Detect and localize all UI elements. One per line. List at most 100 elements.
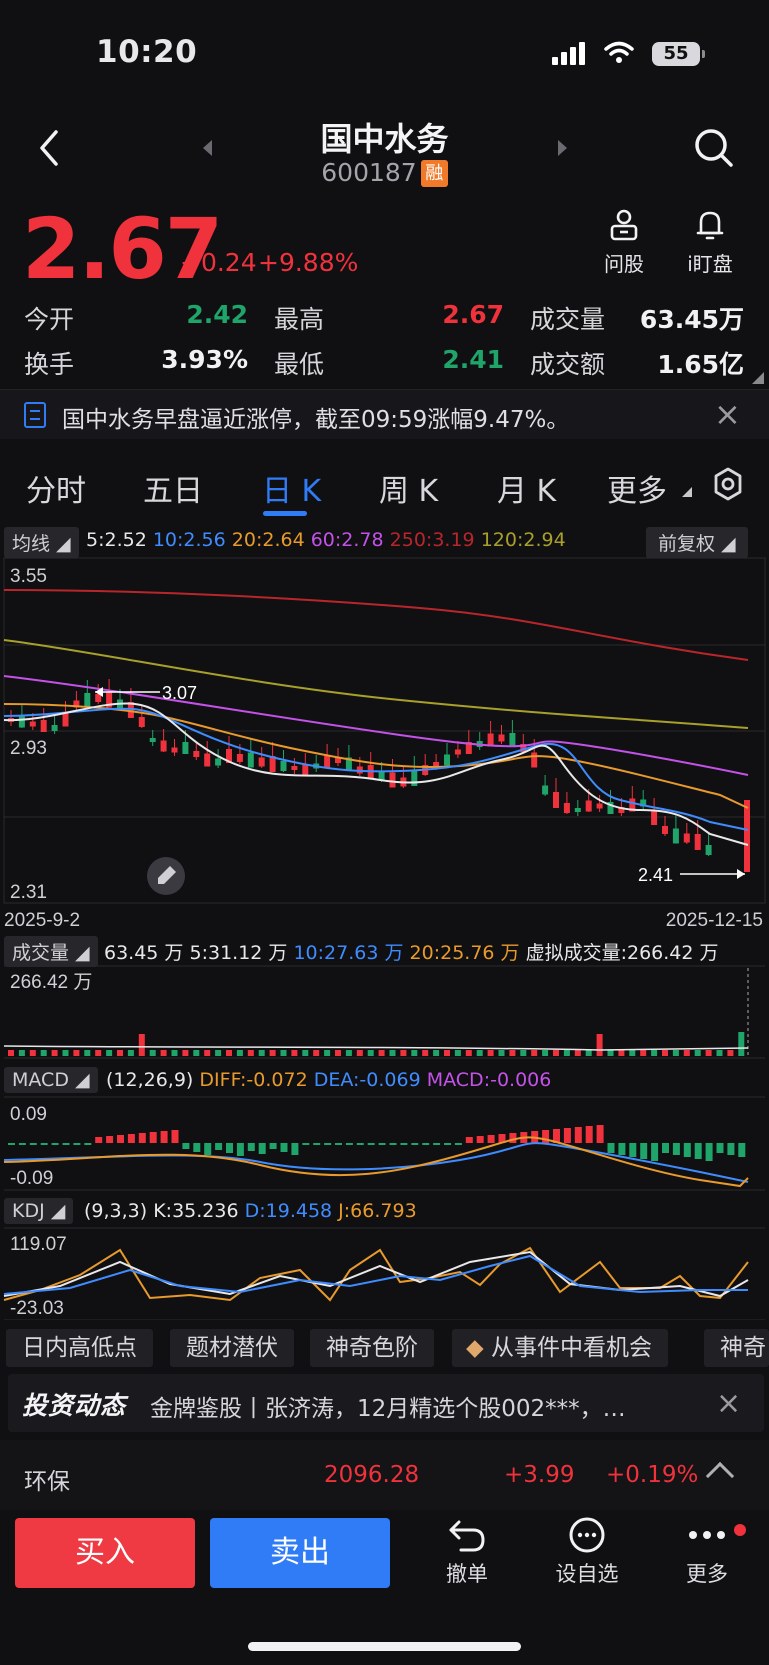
volume-bar <box>738 1032 745 1056</box>
volume-bar <box>226 1050 232 1056</box>
macd-selector-button[interactable]: MACD ◢ <box>4 1067 98 1093</box>
search-icon[interactable] <box>692 126 736 170</box>
macd-bar <box>291 1143 299 1155</box>
home-indicator[interactable] <box>248 1642 521 1651</box>
macd-bar <box>138 1133 146 1143</box>
open-label: 今开 <box>24 305 75 334</box>
tab-weekly-k[interactable]: 周 K <box>379 466 438 510</box>
buy-button[interactable]: 买入 <box>15 1518 195 1588</box>
volume-bar <box>662 1050 668 1056</box>
volume-bar <box>542 1050 549 1056</box>
macd-bar <box>8 1143 15 1145</box>
news-headline[interactable]: 金牌鉴股丨张济涛，12月精选个股002***，… <box>150 1389 670 1423</box>
macd-bar <box>18 1143 26 1145</box>
kline-y-top: 3.55 <box>10 566 47 587</box>
cancel-order-button[interactable]: 撤单 <box>422 1516 512 1588</box>
macd-value: MACD:-0.006 <box>426 1069 552 1091</box>
kdj-legend: (9,3,3) K:35.236 D:19.458 J:66.793 <box>84 1200 417 1222</box>
settings-gear-icon[interactable] <box>710 466 746 502</box>
tab-more[interactable]: 更多 <box>607 466 667 510</box>
turnover-label: 换手 <box>24 350 75 379</box>
macd-bar <box>247 1143 255 1151</box>
tab-daily-k[interactable]: 日 K <box>262 466 321 510</box>
candle-body <box>509 733 516 747</box>
macd-bar <box>280 1143 288 1152</box>
macd-bar <box>444 1143 451 1145</box>
macd-bar <box>727 1143 735 1155</box>
volume-bar <box>531 1050 538 1056</box>
macd-diff-line <box>3 1136 749 1188</box>
candle-body <box>84 693 91 707</box>
volume-bar <box>378 1050 385 1056</box>
volume-bar <box>672 1050 679 1056</box>
kline-date-end: 2025-12-15 <box>666 910 763 931</box>
chip-intraday-high-low[interactable]: 日内高低点 <box>6 1329 153 1367</box>
candle-body <box>454 749 461 755</box>
close-icon[interactable]: × <box>714 398 741 430</box>
watch-market-button[interactable]: i盯盘 <box>670 208 750 277</box>
chip-magic-more[interactable]: 神奇 <box>704 1329 769 1367</box>
macd-bar <box>73 1143 81 1145</box>
volume-bar <box>160 1050 167 1056</box>
expand-corner-icon[interactable] <box>752 372 764 384</box>
watch-market-label: i盯盘 <box>687 252 733 276</box>
volume-bar <box>694 1050 701 1056</box>
tab-monthly-k[interactable]: 月 K <box>497 466 556 510</box>
volume-bar <box>138 1034 145 1056</box>
macd-bar <box>236 1143 244 1156</box>
kdj-d: D:19.458 <box>244 1200 333 1222</box>
tab-intraday[interactable]: 分时 <box>26 466 86 510</box>
kdj-selector-label: KDJ <box>12 1200 45 1222</box>
kdj-params: (9,3,3) <box>84 1200 148 1222</box>
volume-bar <box>171 1050 178 1056</box>
close-icon[interactable]: × <box>716 1386 741 1421</box>
macd-bar <box>738 1143 746 1157</box>
macd-bar <box>356 1143 364 1145</box>
kdj-j: J:66.793 <box>338 1200 417 1222</box>
kline-grid <box>3 557 766 904</box>
chip-magic-color[interactable]: 神奇色阶 <box>310 1329 434 1367</box>
volume-bar <box>411 1050 418 1056</box>
volume-y-top: 266.42 万 <box>10 972 92 993</box>
macd-bar <box>651 1143 659 1161</box>
tab-five-day[interactable]: 五日 <box>143 466 203 510</box>
low-label: 最低 <box>274 350 325 379</box>
next-stock-arrow-icon[interactable] <box>558 140 567 156</box>
macd-bar <box>640 1143 648 1159</box>
candle-body <box>672 828 679 844</box>
chip-event-opportunity[interactable]: ◆ 从事件中看机会 <box>452 1329 669 1367</box>
ma120-line <box>3 639 749 729</box>
more-label: 更多 <box>686 1562 728 1586</box>
macd-bar <box>149 1132 157 1143</box>
volume-bar <box>95 1050 102 1056</box>
volume-bar <box>204 1050 211 1056</box>
candle-body <box>651 811 658 825</box>
candle-body <box>694 834 701 850</box>
macd-bar <box>629 1143 637 1157</box>
macd-diff: DIFF:-0.072 <box>199 1069 308 1091</box>
sell-button[interactable]: 卖出 <box>210 1518 390 1588</box>
cellular-signal-icon <box>552 42 588 65</box>
macd-bar <box>269 1143 277 1149</box>
macd-bar <box>542 1130 550 1143</box>
macd-bar <box>509 1133 517 1143</box>
volume-selector-button[interactable]: 成交量 ◢ <box>4 936 98 967</box>
volume-bar <box>476 1050 483 1056</box>
macd-dea-line <box>3 1142 749 1183</box>
candle-body <box>171 747 178 753</box>
chip-theme-ambush[interactable]: 题材潜伏 <box>170 1329 294 1367</box>
news-logo: 投资动态 <box>22 1391 127 1420</box>
volume-current: 63.45 万 <box>104 942 184 964</box>
candle-body <box>433 762 440 766</box>
macd-bar <box>563 1128 571 1143</box>
candle-body <box>302 764 309 776</box>
add-watchlist-button[interactable]: 设自选 <box>542 1516 632 1588</box>
ask-stock-button[interactable]: 问股 <box>584 208 664 277</box>
macd-bar <box>716 1143 724 1153</box>
notification-dot <box>734 1524 746 1536</box>
kdj-y-top: 119.07 <box>10 1234 67 1255</box>
volume-bar <box>18 1050 25 1056</box>
macd-y-top: 0.09 <box>10 1104 47 1125</box>
kdj-selector-button[interactable]: KDJ ◢ <box>4 1198 74 1224</box>
macd-bar <box>672 1143 680 1155</box>
